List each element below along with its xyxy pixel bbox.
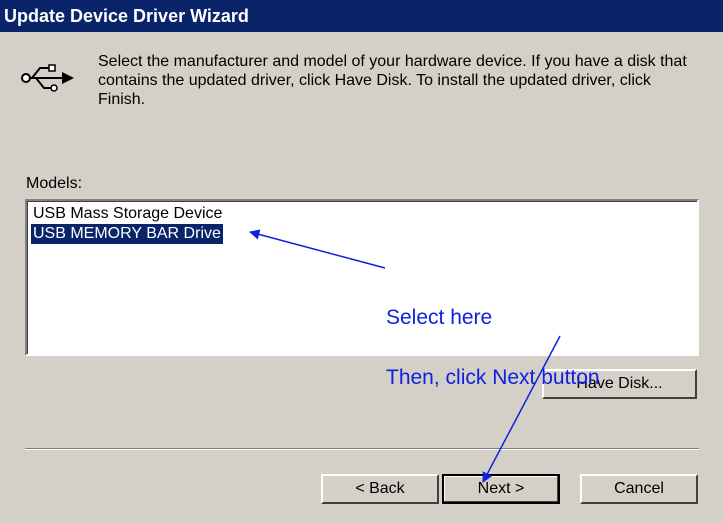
model-item-usb-mass-storage[interactable]: USB Mass Storage Device	[31, 204, 224, 224]
usb-icon	[21, 64, 74, 92]
cancel-button[interactable]: Cancel	[580, 474, 698, 504]
instruction-text: Select the manufacturer and model of you…	[98, 53, 687, 108]
models-label: Models:	[26, 175, 83, 192]
model-item-usb-memory-bar-drive[interactable]: USB MEMORY BAR Drive	[30, 223, 224, 245]
next-button[interactable]: Next >	[442, 474, 560, 504]
annotation-line-1: Select here	[386, 306, 493, 329]
annotation-callout: Select here Then, click Next button	[386, 273, 600, 423]
annotation-line-2: Then, click Next button	[386, 366, 600, 389]
separator	[25, 448, 699, 450]
window-title: Update Device Driver Wizard	[0, 0, 723, 32]
back-button[interactable]: < Back	[321, 474, 439, 504]
